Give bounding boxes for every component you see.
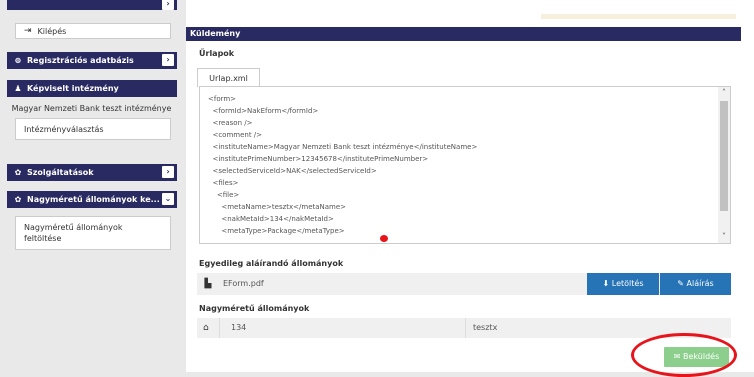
top-accent bbox=[541, 14, 736, 19]
download-label: Letöltés bbox=[611, 279, 644, 288]
sidebar-top-header: › bbox=[7, 0, 177, 10]
section-title: Küldemény bbox=[186, 27, 741, 41]
sidebar-item-registry[interactable]: ⊜ Regisztrációs adatbázis › bbox=[7, 52, 177, 69]
xml-line: <metaName>tesztx</metaName> bbox=[208, 203, 347, 211]
chevron-up-icon[interactable]: ˄ bbox=[718, 87, 730, 99]
xml-line: <formId>NakEform</formId> bbox=[208, 107, 319, 115]
row-separator bbox=[465, 318, 466, 338]
logout-button[interactable]: ⇥ Kilépés bbox=[15, 23, 171, 39]
institute-select-label: Intézményválasztás bbox=[24, 124, 104, 134]
xml-line: <files> bbox=[208, 179, 239, 187]
upload-label-line2: feltöltése bbox=[24, 234, 62, 243]
sidebar-item-services-label: Szolgáltatások bbox=[27, 168, 94, 177]
main-panel: Küldemény Űrlapok Urlap.xml <form> <form… bbox=[186, 0, 754, 372]
sign-label: Aláírás bbox=[686, 279, 714, 288]
annotation-ring bbox=[631, 333, 737, 377]
file-icon: ▙ bbox=[204, 279, 212, 289]
xml-line: <nakMetaId>134</nakMetaId> bbox=[208, 215, 334, 223]
xml-line: <form> bbox=[208, 95, 237, 103]
gear-icon: ✿ bbox=[14, 168, 22, 177]
user-icon: ♟ bbox=[14, 84, 22, 93]
chevron-down-icon[interactable]: ˅ bbox=[718, 231, 730, 243]
package-icon: ⌂ bbox=[203, 323, 209, 333]
chevron-right-icon[interactable]: › bbox=[162, 0, 174, 10]
chevron-down-icon[interactable]: ⌄ bbox=[162, 193, 174, 205]
database-icon: ⊜ bbox=[14, 56, 22, 65]
xml-line: <reason /> bbox=[208, 119, 253, 127]
xml-line: <instituteName>Magyar Nemzeti Bank teszt… bbox=[208, 143, 478, 151]
xml-line: <institutePrimeNumber>12345678</institut… bbox=[208, 155, 429, 163]
xml-line: <metaType>Package</metaType> bbox=[208, 227, 345, 235]
logout-label: Kilépés bbox=[37, 26, 67, 36]
scrollbar[interactable]: ˄ ˅ bbox=[718, 87, 730, 243]
sidebar: › ⇥ Kilépés ⊜ Regisztrációs adatbázis › … bbox=[0, 0, 183, 372]
logout-icon: ⇥ bbox=[24, 26, 32, 36]
upload-label-line1: Nagyméretű állományok bbox=[24, 223, 123, 232]
forms-label: Űrlapok bbox=[199, 49, 235, 58]
sidebar-item-large-files[interactable]: ✿ Nagyméretű állományok ke... ⌄ bbox=[7, 191, 177, 208]
xml-line: <file> bbox=[208, 191, 240, 199]
xml-line: <comment /> bbox=[208, 131, 263, 139]
large-file-row: ⌂ 134 tesztx bbox=[197, 318, 731, 338]
gear-icon: ✿ bbox=[14, 195, 22, 204]
row-separator bbox=[219, 318, 220, 338]
sidebar-item-large-files-label: Nagyméretű állományok ke... bbox=[27, 195, 160, 204]
sign-button[interactable]: ✎ Aláírás bbox=[660, 273, 731, 295]
sign-files-label: Egyedileg aláírandó állományok bbox=[199, 259, 344, 268]
sign-file-name: EForm.pdf bbox=[223, 279, 264, 288]
sign-file-row: ▙ EForm.pdf ⬇ Letöltés ✎ Aláírás bbox=[197, 273, 731, 295]
large-file-name: tesztx bbox=[473, 323, 498, 332]
sidebar-item-registry-label: Regisztrációs adatbázis bbox=[27, 56, 134, 65]
annotation-dot bbox=[380, 235, 388, 242]
chevron-right-icon[interactable]: › bbox=[162, 54, 174, 66]
institute-select-button[interactable]: Intézményválasztás bbox=[15, 118, 171, 140]
download-button[interactable]: ⬇ Letöltés bbox=[587, 273, 659, 295]
sidebar-item-services[interactable]: ✿ Szolgáltatások › bbox=[7, 164, 177, 181]
sidebar-item-represented: ♟ Képviselt intézmény bbox=[7, 80, 177, 97]
download-icon: ⬇ bbox=[602, 279, 610, 288]
chevron-right-icon[interactable]: › bbox=[162, 166, 174, 178]
institute-name: Magyar Nemzeti Bank teszt intézménye bbox=[11, 104, 172, 113]
large-file-id: 134 bbox=[231, 323, 247, 332]
scroll-thumb[interactable] bbox=[720, 101, 728, 211]
large-files-upload-link[interactable]: Nagyméretű állományok feltöltése bbox=[15, 216, 171, 250]
large-files-label: Nagyméretű állományok bbox=[199, 304, 310, 313]
sidebar-item-represented-label: Képviselt intézmény bbox=[27, 84, 119, 93]
pen-icon: ✎ bbox=[677, 279, 684, 288]
xml-viewer[interactable]: <form> <formId>NakEform</formId> <reason… bbox=[199, 86, 731, 244]
tab-urlap-xml[interactable]: Urlap.xml bbox=[197, 68, 260, 87]
xml-line: <selectedServiceId>NAK</selectedServiceI… bbox=[208, 167, 377, 175]
